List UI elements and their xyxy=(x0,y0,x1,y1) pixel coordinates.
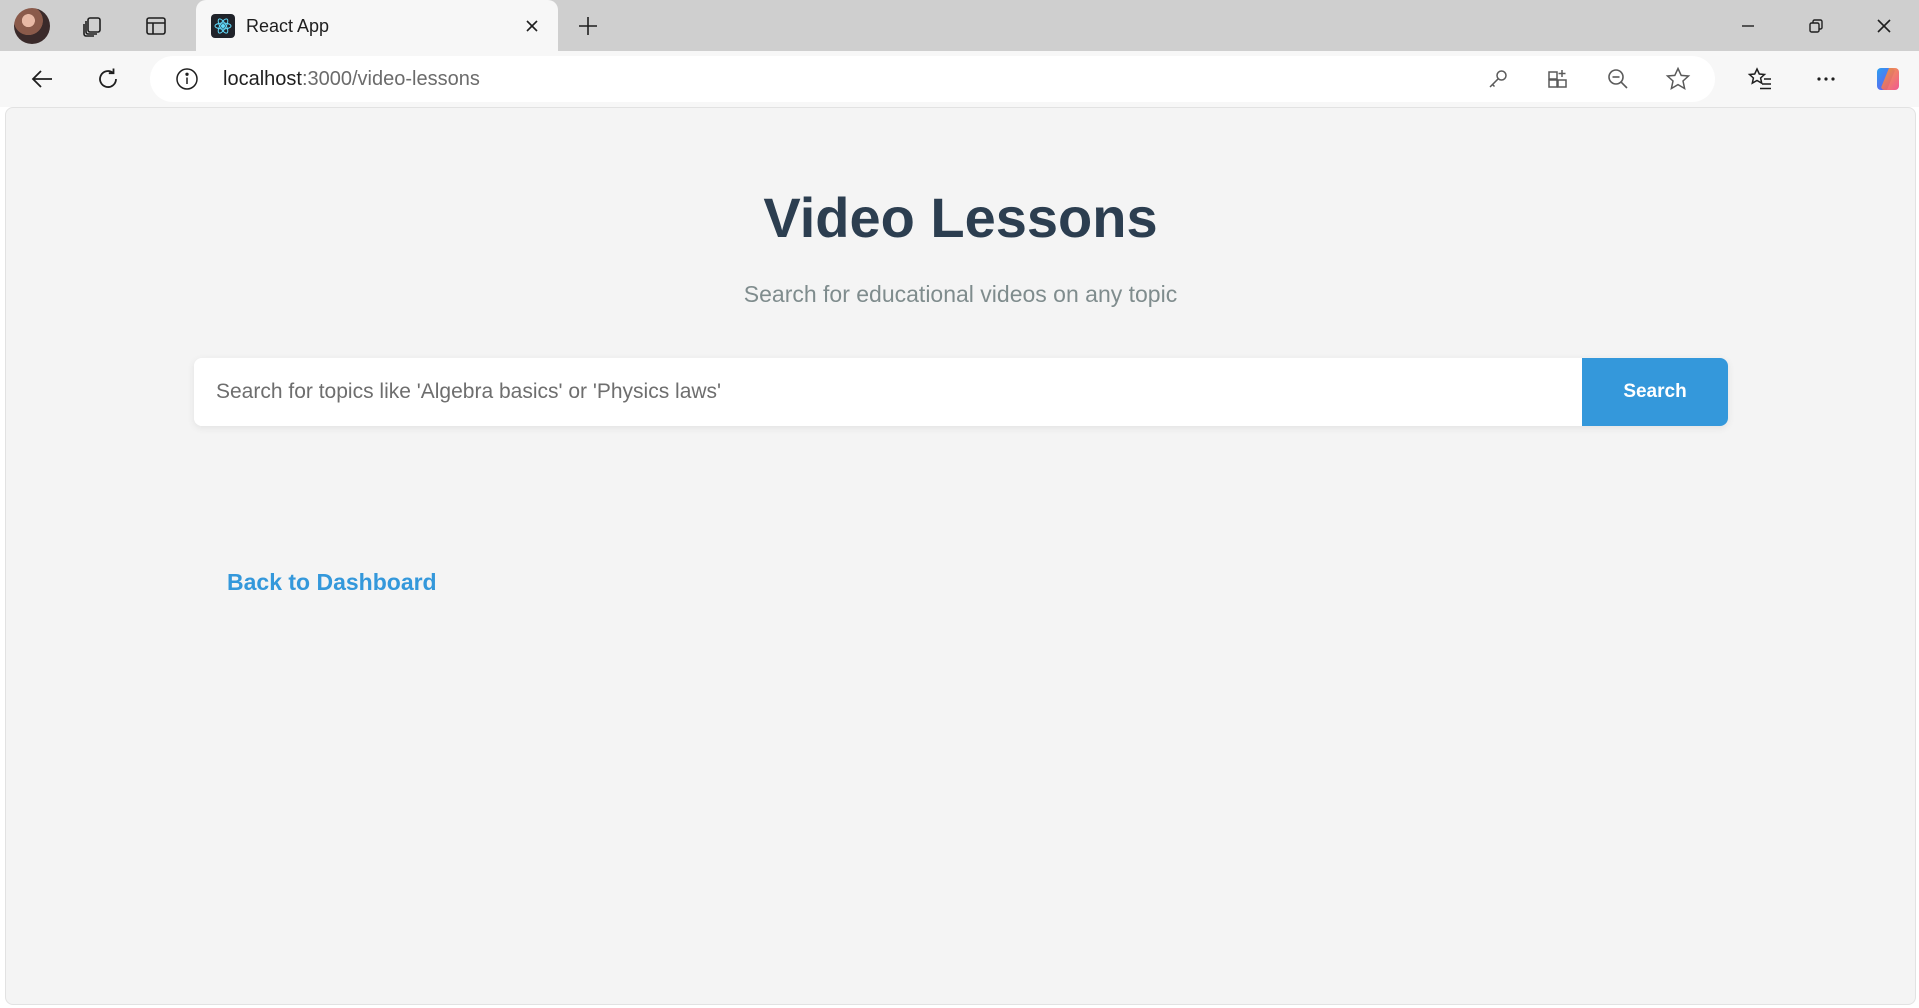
react-favicon-icon xyxy=(211,14,235,38)
url-text[interactable]: localhost:3000/video-lessons xyxy=(223,68,480,90)
close-window-icon[interactable] xyxy=(1866,8,1902,44)
url-host: localhost xyxy=(223,68,302,90)
zoom-out-icon[interactable] xyxy=(1604,65,1632,93)
url-path: :3000/video-lessons xyxy=(301,68,480,90)
favorite-star-icon[interactable] xyxy=(1664,65,1692,93)
browser-toolbar: localhost:3000/video-lessons xyxy=(0,51,1919,107)
site-info-icon[interactable] xyxy=(174,66,200,92)
close-tab-icon[interactable] xyxy=(520,14,544,38)
profile-avatar[interactable] xyxy=(14,8,50,44)
key-icon[interactable] xyxy=(1484,65,1512,93)
minimize-icon[interactable] xyxy=(1730,8,1766,44)
tab-title: React App xyxy=(246,16,330,36)
vertical-tabs-icon[interactable] xyxy=(138,8,174,44)
search-input[interactable] xyxy=(194,358,1582,426)
search-button[interactable]: Search xyxy=(1582,358,1728,426)
page-title: Video Lessons xyxy=(763,186,1158,249)
more-options-icon[interactable] xyxy=(1808,61,1844,97)
search-bar: Search xyxy=(194,358,1728,426)
back-to-dashboard-link[interactable]: Back to Dashboard xyxy=(227,568,437,596)
new-tab-icon[interactable] xyxy=(570,8,606,44)
copilot-icon[interactable] xyxy=(1870,61,1906,97)
page-subtitle: Search for educational videos on any top… xyxy=(743,281,1178,307)
browser-window: React App localhost:3000/video-lessons V… xyxy=(0,0,1919,1008)
favorites-icon[interactable] xyxy=(1742,61,1778,97)
restore-icon[interactable] xyxy=(1798,8,1834,44)
back-arrow-icon[interactable] xyxy=(24,61,60,97)
workspaces-icon[interactable] xyxy=(74,8,110,44)
page-viewport: Video Lessons Search for educational vid… xyxy=(5,107,1916,1005)
tab-strip: React App xyxy=(0,0,1919,51)
address-bar[interactable]: localhost:3000/video-lessons xyxy=(150,56,1715,102)
reload-icon[interactable] xyxy=(90,61,126,97)
app-available-icon[interactable] xyxy=(1544,65,1572,93)
